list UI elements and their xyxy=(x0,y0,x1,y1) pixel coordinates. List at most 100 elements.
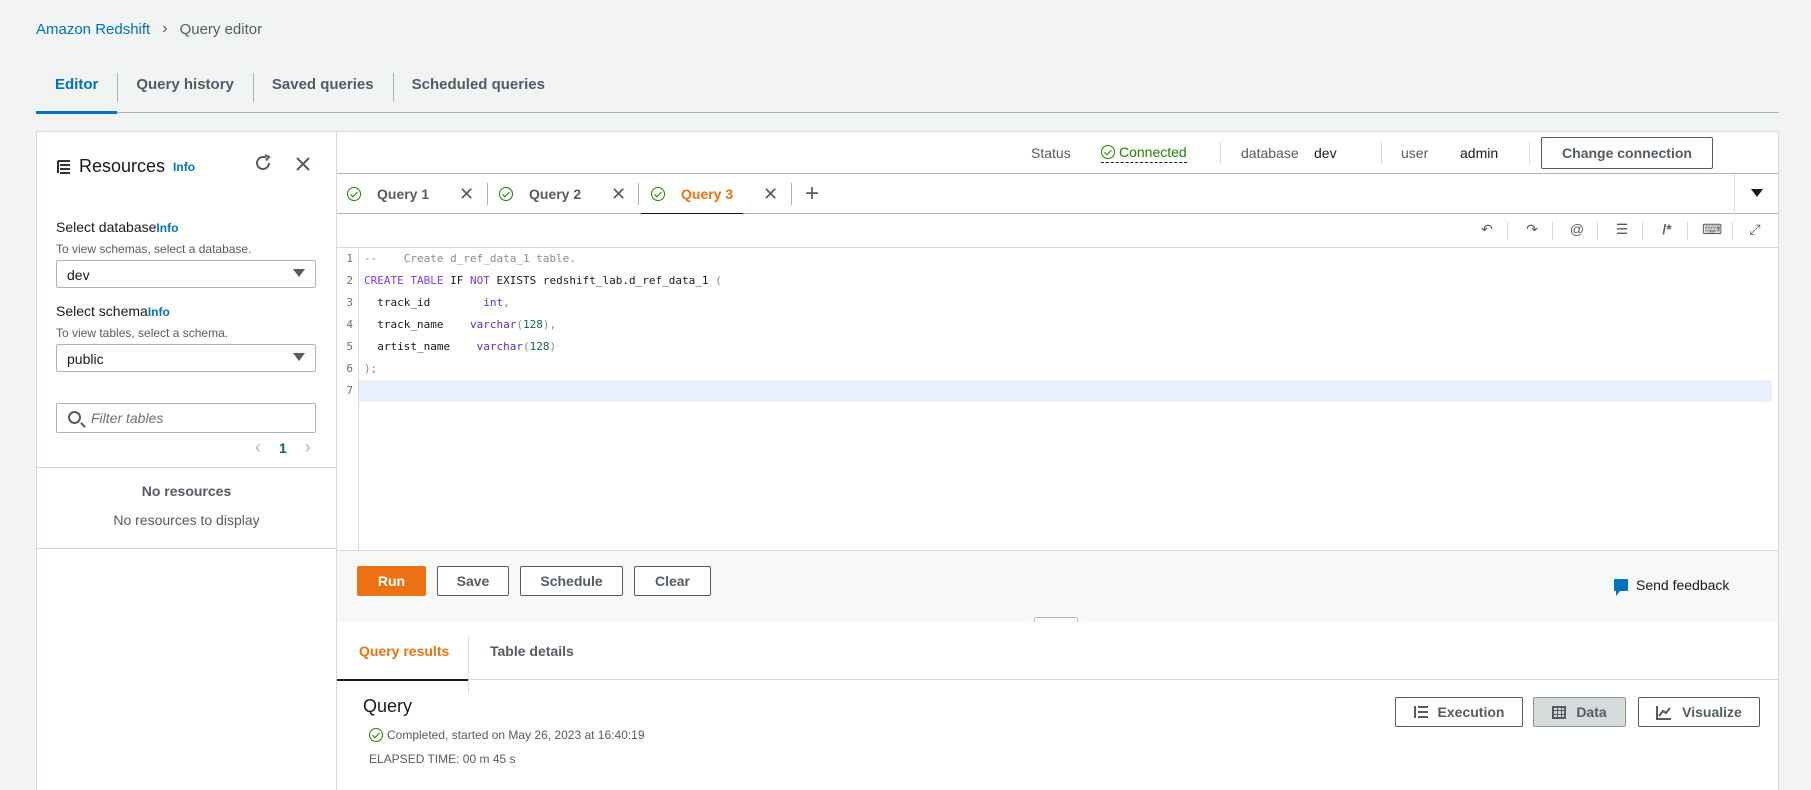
indent-icon[interactable]: ☰ xyxy=(1612,221,1632,238)
divider xyxy=(1552,222,1553,240)
schedule-button[interactable]: Schedule xyxy=(520,566,623,596)
database-select-value: dev xyxy=(67,267,90,283)
tab-scheduled-queries[interactable]: Scheduled queries xyxy=(392,63,564,113)
check-circle-icon xyxy=(1101,145,1115,159)
query-tab-label: Query 3 xyxy=(681,186,734,202)
resources-panel: Resources Info Select databaseInfo To vi… xyxy=(36,131,337,790)
database-value: dev xyxy=(1314,145,1337,161)
redo-icon[interactable]: ↷ xyxy=(1522,221,1542,238)
undo-icon[interactable]: ↶ xyxy=(1477,221,1497,238)
divider xyxy=(37,467,336,468)
status-label: Status xyxy=(1031,145,1071,161)
query-tab-2[interactable]: Query 2 ✕ xyxy=(499,174,626,214)
query-results: Query Completed, started on May 26, 2023… xyxy=(337,680,1778,790)
filter-tables-input[interactable]: Filter tables xyxy=(56,403,316,433)
schema-select[interactable]: public xyxy=(56,344,316,372)
close-tab-icon[interactable]: ✕ xyxy=(611,184,626,205)
sql-editor[interactable]: 1 -- Create d_ref_data_1 table. 2 CREATE… xyxy=(337,248,1778,550)
query-tab-3[interactable]: Query 3 ✕ xyxy=(640,174,778,215)
change-connection-button[interactable]: Change connection xyxy=(1541,137,1713,169)
resources-header: Resources Info xyxy=(37,132,336,197)
save-button[interactable]: Save xyxy=(437,566,509,596)
check-circle-icon xyxy=(347,187,361,201)
execution-icon xyxy=(1413,706,1428,718)
select-database-desc: To view schemas, select a database. xyxy=(56,242,252,256)
database-info-link[interactable]: Info xyxy=(156,221,178,235)
feedback-icon xyxy=(1614,579,1628,596)
empty-state-desc: No resources to display xyxy=(113,512,260,528)
caret-down-icon xyxy=(293,269,305,277)
close-tab-icon[interactable]: ✕ xyxy=(459,184,474,205)
close-icon[interactable] xyxy=(295,152,311,178)
resources-title-text: Resources xyxy=(79,156,166,176)
divider xyxy=(1642,222,1643,240)
schema-info-link[interactable]: Info xyxy=(148,305,170,319)
breadcrumb-amazon-redshift[interactable]: Amazon Redshift xyxy=(36,21,150,38)
visualize-label: Visualize xyxy=(1682,704,1742,720)
schema-select-value: public xyxy=(67,351,104,367)
status-value: Connected xyxy=(1119,144,1187,160)
chevron-left-icon[interactable]: ‹ xyxy=(255,437,261,458)
check-circle-icon xyxy=(499,187,513,201)
data-button[interactable]: Data xyxy=(1533,697,1626,727)
chevron-right-icon: › xyxy=(162,20,168,37)
query-status-text: Completed, started on May 26, 2023 at 16… xyxy=(387,728,645,742)
execution-label: Execution xyxy=(1437,704,1505,720)
refresh-icon[interactable] xyxy=(254,154,272,178)
check-circle-icon xyxy=(369,728,383,742)
main-tabs: Editor Query history Saved queries Sched… xyxy=(36,63,1779,114)
query-tab-label: Query 2 xyxy=(529,186,582,202)
resources-title: Resources Info xyxy=(57,156,195,177)
code-line: 7 xyxy=(346,384,353,397)
visualize-button[interactable]: Visualize xyxy=(1638,697,1760,727)
tab-editor[interactable]: Editor xyxy=(36,63,118,114)
at-sign-icon[interactable]: @ xyxy=(1567,221,1587,237)
user-label: user xyxy=(1401,145,1429,161)
data-label: Data xyxy=(1576,704,1607,720)
divider xyxy=(1381,142,1382,164)
tabs-menu-button[interactable] xyxy=(1734,174,1778,214)
divider xyxy=(1220,142,1221,164)
database-select[interactable]: dev xyxy=(56,260,316,288)
run-button[interactable]: Run xyxy=(357,566,426,596)
execution-button[interactable]: Execution xyxy=(1395,697,1523,727)
tab-query-history[interactable]: Query history xyxy=(117,63,253,113)
code-line: 2 CREATE TABLE IF NOT EXISTS redshift_la… xyxy=(346,274,722,287)
query-tab-label: Query 1 xyxy=(377,186,430,202)
resources-info-link[interactable]: Info xyxy=(173,160,195,174)
query-status: Completed, started on May 26, 2023 at 16… xyxy=(369,728,645,742)
code-line: 5 artist_name varchar(128) xyxy=(346,340,557,353)
divider xyxy=(1732,222,1733,240)
filter-tables-placeholder: Filter tables xyxy=(91,410,164,426)
tab-query-results[interactable]: Query results xyxy=(336,622,470,681)
select-schema-desc: To view tables, select a schema. xyxy=(56,326,229,340)
divider xyxy=(1529,142,1530,164)
tab-saved-queries[interactable]: Saved queries xyxy=(252,63,393,113)
search-icon xyxy=(68,411,81,424)
divider xyxy=(638,183,639,205)
divider xyxy=(791,183,792,205)
connection-status-bar: Status Connected database dev user admin… xyxy=(337,132,1778,174)
page-number[interactable]: 1 xyxy=(279,440,287,456)
list-tree-icon xyxy=(57,159,70,174)
results-tabs: Query results Table details xyxy=(336,622,1778,693)
check-circle-icon xyxy=(651,187,665,201)
divider xyxy=(1687,222,1688,240)
empty-state-title: No resources xyxy=(141,483,232,499)
comment-icon[interactable]: /* xyxy=(1657,221,1677,237)
close-tab-icon[interactable]: ✕ xyxy=(763,184,778,205)
divider xyxy=(487,183,488,205)
add-query-tab-icon[interactable]: + xyxy=(805,180,819,208)
user-value: admin xyxy=(1460,145,1499,161)
keyboard-icon[interactable]: ⌨ xyxy=(1702,221,1722,238)
editor-toolbar: ↶ ↷ @ ☰ /* ⌨ ⤢ xyxy=(337,214,1778,248)
database-label: database xyxy=(1241,145,1299,161)
connection-status[interactable]: Connected xyxy=(1101,144,1187,163)
chevron-right-icon[interactable]: › xyxy=(305,437,311,458)
query-tabs: Query 1 ✕ Query 2 ✕ Query 3 ✕ + xyxy=(337,174,1778,215)
tab-table-details[interactable]: Table details xyxy=(490,622,574,680)
clear-button[interactable]: Clear xyxy=(634,566,711,596)
query-tab-1[interactable]: Query 1 ✕ xyxy=(347,174,474,214)
send-feedback-link[interactable]: Send feedback xyxy=(1614,577,1729,596)
fullscreen-icon[interactable]: ⤢ xyxy=(1745,221,1765,238)
